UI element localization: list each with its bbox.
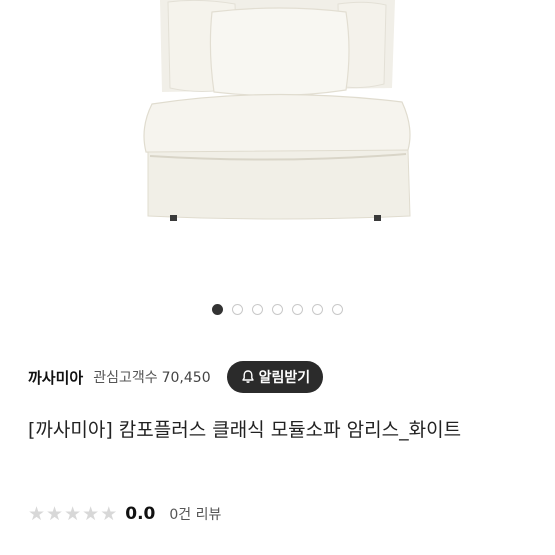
carousel-dot[interactable] xyxy=(232,304,243,315)
star-icon: ★ xyxy=(64,503,82,525)
followers-label: 관심고객수 xyxy=(93,370,158,386)
store-info-row: 까사미아 관심고객수 70,450 알림받기 xyxy=(28,360,527,394)
carousel-dot[interactable] xyxy=(292,304,303,315)
rating-row[interactable]: ★ ★ ★ ★ ★ 0.0 0건 리뷰 xyxy=(28,504,221,524)
bell-icon xyxy=(241,370,254,383)
notify-button-label: 알림받기 xyxy=(258,370,311,386)
product-title: [까사미아] 캄포플러스 클래식 모듈소파 암리스_화이트 xyxy=(28,419,462,441)
notify-button[interactable]: 알림받기 xyxy=(226,361,324,393)
carousel-dot[interactable] xyxy=(212,304,223,315)
product-image[interactable] xyxy=(0,0,555,290)
review-count-value: 0건 xyxy=(169,507,192,523)
review-label: 리뷰 xyxy=(195,507,222,523)
star-icon: ★ xyxy=(46,503,64,525)
star-icon: ★ xyxy=(82,503,100,525)
star-icon: ★ xyxy=(100,503,118,525)
rating-stars: ★ ★ ★ ★ ★ xyxy=(28,504,117,524)
star-icon: ★ xyxy=(28,503,46,525)
sofa-image xyxy=(143,0,411,221)
carousel-dot[interactable] xyxy=(332,304,343,315)
review-count: 0건 리뷰 xyxy=(169,504,221,524)
rating-score: 0.0 xyxy=(125,504,156,524)
carousel-indicator xyxy=(0,304,555,315)
followers-count: 70,450 xyxy=(161,370,211,386)
followers-info: 관심고객수 70,450 xyxy=(93,367,210,387)
carousel-dot[interactable] xyxy=(272,304,283,315)
carousel-dot[interactable] xyxy=(312,304,323,315)
carousel-dot[interactable] xyxy=(252,304,263,315)
store-name[interactable]: 까사미아 xyxy=(28,367,83,388)
